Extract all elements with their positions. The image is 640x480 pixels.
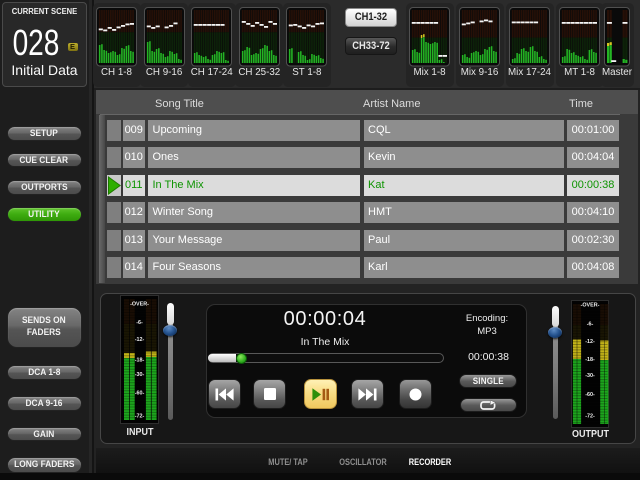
svg-text:-18-: -18- [585,357,595,363]
svg-text:-30-: -30- [135,372,145,378]
svg-text:-6-: -6- [586,322,593,328]
svg-text:-6-: -6- [136,320,143,326]
svg-text:-72-: -72- [585,414,595,420]
svg-text:-30-: -30- [585,373,595,379]
svg-text:-OVER-: -OVER- [130,302,149,308]
svg-text:-60-: -60- [585,392,595,398]
svg-text:-72-: -72- [135,414,145,420]
svg-text:-12-: -12- [585,339,595,345]
svg-text:-18-: -18- [135,358,145,364]
svg-text:-60-: -60- [135,391,145,397]
svg-text:-OVER-: -OVER- [580,303,599,309]
svg-text:-12-: -12- [135,337,145,343]
